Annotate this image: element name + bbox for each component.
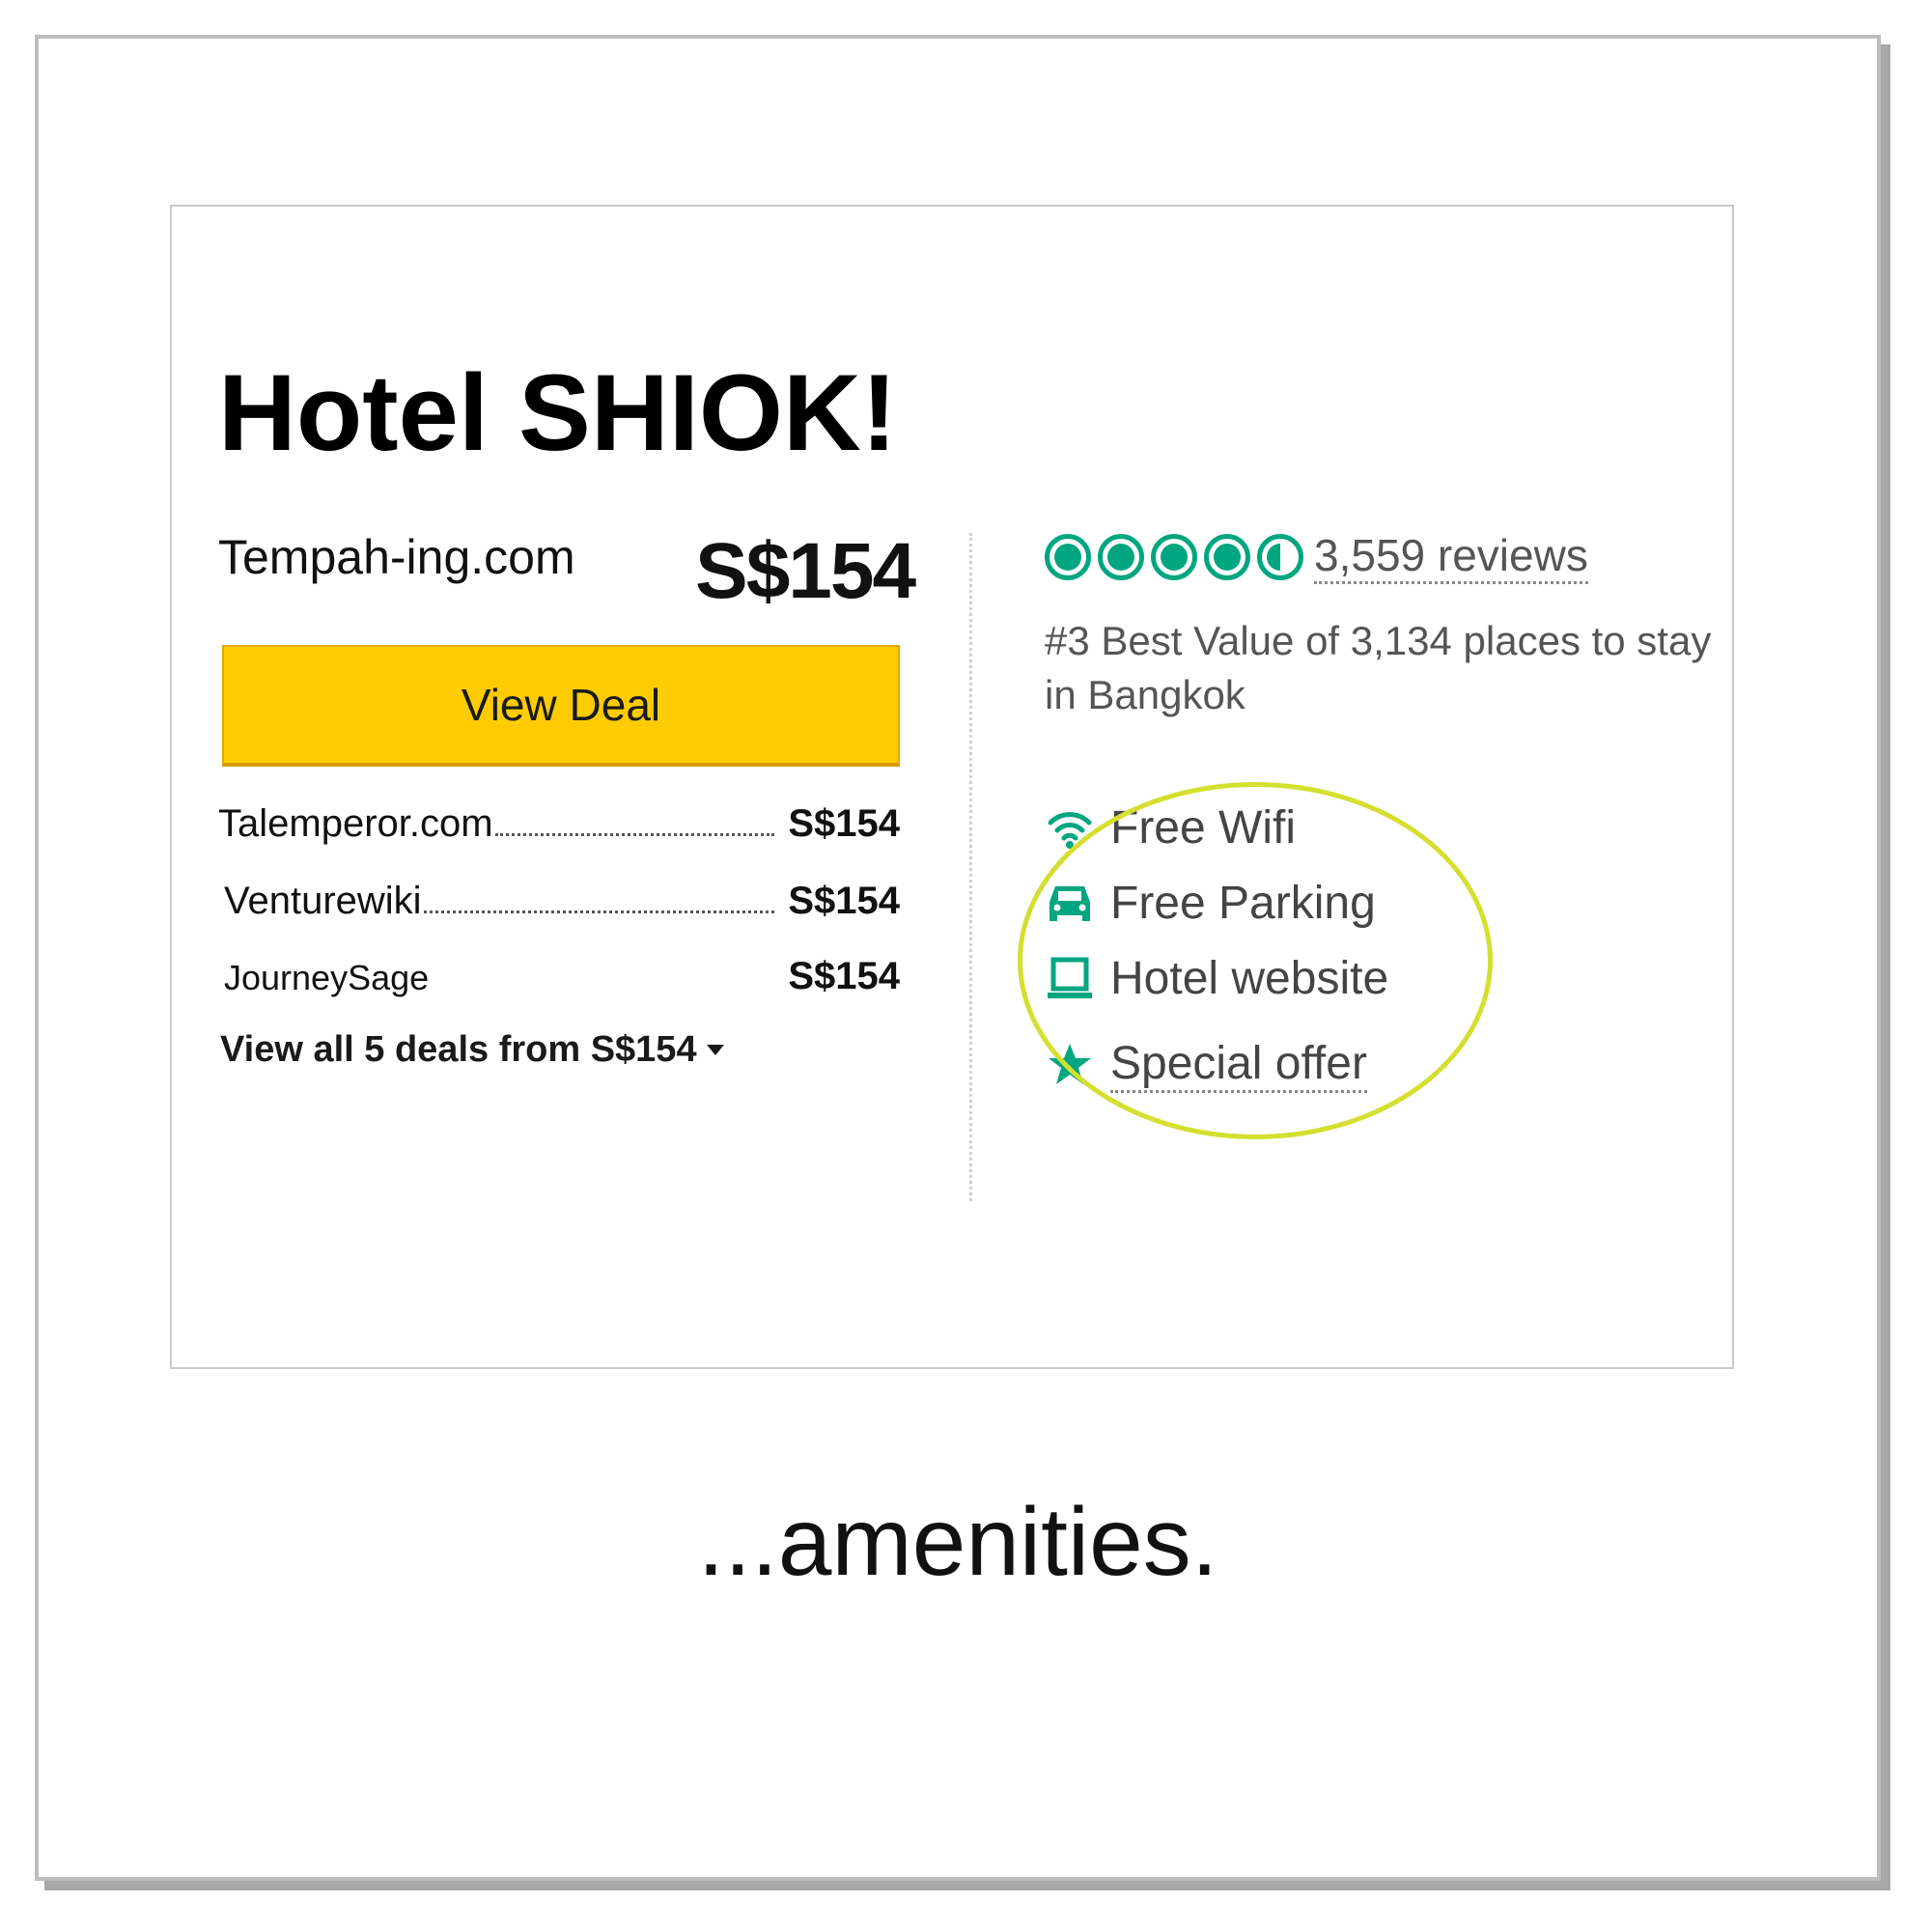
amenity-hotel-website[interactable]: Hotel website xyxy=(1045,952,1388,1005)
dot-leader xyxy=(423,910,775,913)
view-all-deals-link[interactable]: View all 5 deals from S$154 xyxy=(220,1029,724,1071)
wifi-icon xyxy=(1045,803,1095,854)
amenity-label: Hotel website xyxy=(1110,953,1389,1004)
deal-provider: JourneySage xyxy=(224,958,430,997)
car-icon xyxy=(1045,879,1095,929)
deal-row[interactable]: Venturewiki S$154 xyxy=(224,869,900,923)
amenity-free-wifi: Free Wifi xyxy=(1045,801,1296,854)
hotel-title: Hotel SHIOK! xyxy=(218,352,898,473)
amenity-label: Free Wifi xyxy=(1110,802,1296,854)
view-all-label: View all 5 deals from S$154 xyxy=(220,1029,697,1070)
deal-row[interactable]: Talemperor.com S$154 xyxy=(218,792,900,846)
amenity-label: Free Parking xyxy=(1110,878,1376,929)
rating-half-bubble-icon xyxy=(1257,533,1303,580)
caption: ...amenities. xyxy=(697,1488,1218,1596)
column-divider xyxy=(969,533,972,1201)
featured-provider[interactable]: Tempah-ing.com xyxy=(218,529,575,585)
caret-down-icon xyxy=(706,1045,724,1055)
view-deal-button[interactable]: View Deal xyxy=(222,645,900,767)
rating-bubble-icon xyxy=(1204,533,1250,580)
deal-price: S$154 xyxy=(788,802,900,845)
deal-row[interactable]: JourneySage S$154 xyxy=(224,944,900,998)
laptop-icon xyxy=(1045,954,1095,1004)
amenity-special-offer[interactable]: Special offer xyxy=(1045,1037,1367,1093)
rating-bubble-icon xyxy=(1151,533,1197,580)
star-icon xyxy=(1045,1040,1095,1090)
ranking-text: #3 Best Value of 3,134 places to stay in… xyxy=(1045,618,1712,717)
deal-provider: Talemperor.com xyxy=(218,802,493,845)
deal-price: S$154 xyxy=(788,955,900,997)
rating-bubble-icon xyxy=(1045,533,1091,580)
deal-provider: Venturewiki xyxy=(224,880,422,922)
amenity-free-parking: Free Parking xyxy=(1045,877,1376,930)
deal-price: S$154 xyxy=(788,880,900,922)
dot-leader xyxy=(494,833,775,836)
rating: 3,559 reviews xyxy=(1045,529,1588,584)
rating-bubble-icon xyxy=(1098,533,1144,580)
amenity-label: Special offer xyxy=(1110,1037,1367,1093)
featured-price: S$154 xyxy=(695,527,916,615)
reviews-link[interactable]: 3,559 reviews xyxy=(1314,529,1588,584)
